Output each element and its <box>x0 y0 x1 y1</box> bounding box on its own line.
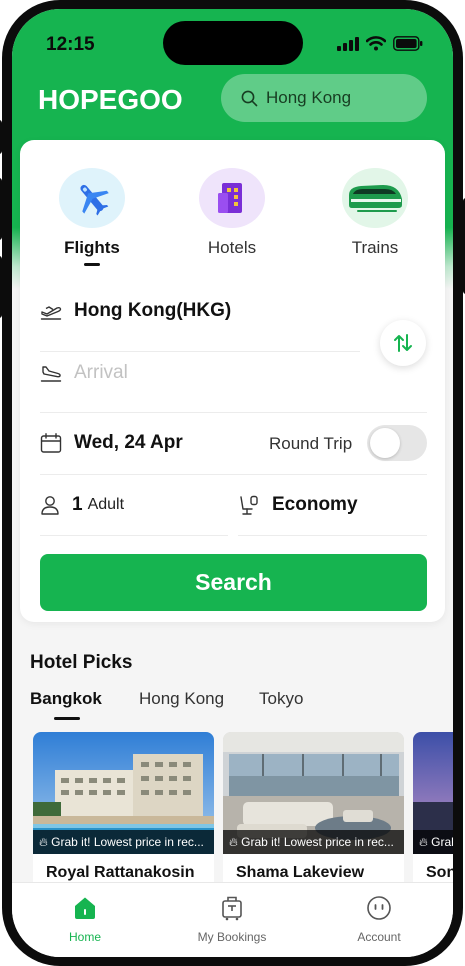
flame-icon: 🔥︎ <box>419 835 428 849</box>
deal-tag: 🔥︎ Grab it! Lowest price in rec... <box>223 830 404 854</box>
search-button[interactable]: Search <box>40 554 427 611</box>
flight-icon-bg <box>59 168 125 228</box>
departure-value: Hong Kong(HKG) <box>74 300 232 321</box>
arrival-field[interactable]: Arrival <box>40 342 380 404</box>
deal-tag-text: Grab it! Lowest price in rec... <box>241 835 394 849</box>
tab-trains[interactable]: Trains <box>315 168 435 258</box>
bottom-navigation: Home My Bookings Account <box>12 882 453 957</box>
arrival-placeholder: Arrival <box>74 362 128 383</box>
toggle-knob <box>370 428 400 458</box>
hotel-card[interactable]: 🔥︎ Grab Son <box>413 732 453 892</box>
hotel-name: Royal Rattanakosin <box>46 864 195 881</box>
screen: 12:15 HOPEGOO Hong Kong Flights Hotels T… <box>12 9 453 957</box>
seat-icon <box>240 495 258 515</box>
nav-home-label: Home <box>68 930 101 944</box>
nav-account[interactable]: Account <box>319 895 439 944</box>
tab-trains-label: Trains <box>351 238 399 257</box>
cabin-class-value: Economy <box>272 494 358 515</box>
passengers-count: 1 <box>72 494 83 515</box>
hopegoo-logo[interactable]: HOPEGOO <box>38 84 200 118</box>
logo-wordmark: HOPEGOO <box>38 84 183 115</box>
swap-arrows-icon <box>394 334 412 352</box>
status-icons <box>337 36 423 51</box>
date-field[interactable]: Wed, 24 Apr <box>40 412 260 474</box>
divider <box>40 535 228 536</box>
landing-icon <box>40 366 62 382</box>
deal-tag-text: Grab <box>431 835 453 849</box>
hotel-icon <box>218 183 242 213</box>
luggage-icon <box>222 896 242 921</box>
status-time: 12:15 <box>46 34 95 55</box>
deal-tag: 🔥︎ Grab <box>413 830 453 854</box>
hotel-name: Shama Lakeview <box>236 864 365 881</box>
hotel-icon-bg <box>199 168 265 228</box>
hotel-picks-title: Hotel Picks <box>30 652 133 673</box>
takeoff-icon <box>40 306 62 320</box>
cabin-class-field[interactable]: Economy <box>238 474 427 536</box>
hotel-card[interactable]: 🔥︎ Grab it! Lowest price in rec... Royal… <box>33 732 214 892</box>
account-icon <box>367 896 391 920</box>
tab-tokyo[interactable]: Tokyo <box>259 689 303 709</box>
status-bar: 12:15 <box>12 9 453 73</box>
tab-active-indicator <box>84 263 100 266</box>
side-button <box>0 178 2 240</box>
tab-hotels[interactable]: Hotels <box>172 168 292 258</box>
nav-account-label: Account <box>357 930 401 944</box>
tab-hong-kong[interactable]: Hong Kong <box>139 689 224 709</box>
tab-hotels-label: Hotels <box>207 238 257 257</box>
train-icon <box>349 185 402 212</box>
signal-icon <box>337 36 359 51</box>
flame-icon: 🔥︎ <box>229 835 238 849</box>
swap-button[interactable] <box>380 320 426 366</box>
home-icon <box>75 897 95 919</box>
hotel-card[interactable]: 🔥︎ Grab it! Lowest price in rec... Shama… <box>223 732 404 892</box>
person-icon <box>41 496 59 515</box>
phone-frame: 12:15 HOPEGOO Hong Kong Flights Hotels T… <box>0 0 465 966</box>
divider <box>238 535 427 536</box>
battery-icon <box>393 36 423 51</box>
calendar-icon <box>40 433 62 453</box>
header-search-value: Hong Kong <box>266 88 352 107</box>
header-search[interactable]: Hong Kong <box>221 74 427 122</box>
date-value: Wed, 24 Apr <box>74 432 183 453</box>
side-button <box>0 120 2 154</box>
tab-flights[interactable]: Flights <box>32 168 152 266</box>
nav-my-bookings-label: My Bookings <box>197 930 267 944</box>
tab-flights-label: Flights <box>64 238 120 257</box>
passengers-field[interactable]: 1 Adult <box>40 474 230 536</box>
departure-field[interactable]: Hong Kong(HKG) <box>40 280 380 342</box>
passengers-unit: Adult <box>87 496 125 513</box>
train-icon-bg <box>342 168 408 228</box>
side-button <box>0 256 2 318</box>
round-trip-toggle[interactable] <box>367 425 427 461</box>
wifi-icon <box>366 36 386 51</box>
tab-bangkok[interactable]: Bangkok <box>30 689 102 709</box>
search-icon <box>241 90 258 106</box>
category-tabs: Flights Hotels Trains <box>20 140 445 280</box>
flame-icon: 🔥︎ <box>39 835 48 849</box>
tab-active-indicator <box>54 717 80 720</box>
round-trip-label: Round Trip <box>269 434 353 453</box>
hotel-name: Son <box>426 864 453 881</box>
airplane-icon <box>80 184 109 216</box>
dynamic-island <box>163 21 303 65</box>
deal-tag: 🔥︎ Grab it! Lowest price in rec... <box>33 830 214 854</box>
booking-card: Flights Hotels Trains Hong Kong(HKG) Arr… <box>20 140 445 622</box>
nav-home[interactable]: Home <box>25 895 145 944</box>
svg-text:HOPEGOO: HOPEGOO <box>38 85 183 113</box>
deal-tag-text: Grab it! Lowest price in rec... <box>51 835 204 849</box>
nav-my-bookings[interactable]: My Bookings <box>172 895 292 944</box>
